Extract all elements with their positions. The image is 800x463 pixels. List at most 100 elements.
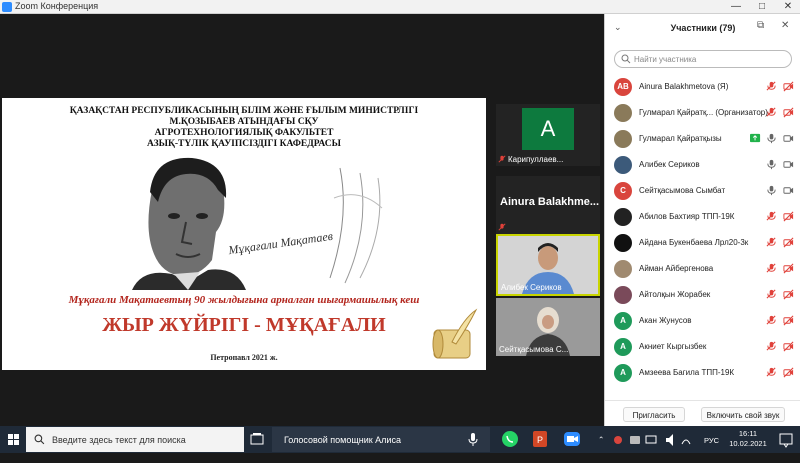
slide-subtitle: Мұқағали Мақатаевтың 90 жылдығына арналғ… (68, 294, 420, 306)
microphone-icon (767, 133, 776, 144)
video-camera-icon (783, 135, 794, 142)
search-icon (34, 434, 45, 445)
mic-muted-icon (766, 81, 776, 91)
panel-close-icon[interactable]: ✕ (781, 20, 789, 31)
video-tile[interactable]: Ainura Balakhme... (496, 176, 600, 234)
taskbar-clock[interactable]: 16:11 10.02.2021 (726, 429, 770, 449)
mic-muted-icon (766, 341, 776, 351)
participant-name: Гулмарал Қайратқ... (Организатор) (639, 108, 768, 117)
pen-sketch-image (329, 167, 383, 284)
participant-row[interactable]: Айман Айбергенова (605, 256, 800, 282)
close-button[interactable]: ✕ (778, 0, 798, 14)
participant-name: Сейтқасымова Сымбат (639, 186, 726, 195)
poet-portrait-image (112, 150, 250, 290)
video-camera-icon (783, 161, 794, 168)
participant-row[interactable]: A Амзеева Багила ТПП-19К (605, 360, 800, 386)
participant-name: Айдана Букенбаева Лрл20-3к (639, 238, 749, 247)
unmute-self-button[interactable]: Включить свой звук (701, 407, 785, 422)
participants-panel-header: ⌄ Участники (79) ⧉ ✕ (605, 14, 800, 42)
participant-row[interactable]: Айтолқын Жорабек (605, 282, 800, 308)
participant-avatar (614, 286, 632, 304)
participant-name: Ainura Balakhmetova (Я) (639, 82, 729, 91)
participant-row[interactable]: AB Ainura Balakhmetova (Я) (605, 74, 800, 100)
video-off-icon (783, 289, 794, 300)
slide-footer: Петропавл 2021 ж. (210, 353, 278, 362)
participant-row[interactable]: Алибек Сериков (605, 152, 800, 178)
video-off-icon (783, 107, 794, 118)
video-tile[interactable]: A Карипуллаев... (496, 104, 600, 166)
participant-search-input[interactable]: Найти участника (614, 50, 792, 68)
participant-avatar: A (522, 108, 574, 150)
mic-muted-icon (766, 289, 776, 299)
mic-muted-icon (766, 263, 776, 273)
mic-muted-icon (766, 315, 776, 325)
participant-avatar: A (614, 364, 632, 382)
search-icon (621, 54, 631, 64)
participant-name: Алибек Сериков (639, 160, 700, 169)
video-camera-icon (783, 187, 794, 194)
invite-button[interactable]: Пригласить (623, 407, 685, 422)
mic-muted-icon (766, 211, 776, 221)
participant-list: AB Ainura Balakhmetova (Я) Гулмарал Қайрат… (605, 74, 800, 404)
participant-row[interactable]: Абилов Бахтияр ТПП-19К (605, 204, 800, 230)
microphone-icon (767, 185, 776, 196)
participant-name: Абилов Бахтияр ТПП-19К (639, 212, 735, 221)
zoom-app-icon (2, 2, 12, 12)
input-language-indicator[interactable]: РУС (704, 436, 719, 463)
video-area: ҚАЗАҚСТАН РЕСПУБЛИКАСЫНЫҢ БІЛІМ ЖӘНЕ ҒЫЛ… (0, 14, 604, 426)
tile-participant-name: Алибек Сериков (501, 283, 562, 292)
tile-participant-name: Ainura Balakhme... (500, 196, 600, 208)
participants-panel-footer: Пригласить Включить свой звук (605, 400, 800, 426)
clock-time: 16:11 (738, 429, 758, 438)
popout-icon[interactable]: ⧉ (757, 20, 764, 31)
slide-header-line-2: М.ҚОЗЫБАЕВ АТЫНДАҒЫ СҚУ (169, 117, 319, 127)
task-view-icon[interactable] (244, 426, 270, 453)
participant-avatar (614, 208, 632, 226)
microphone-icon[interactable] (468, 433, 478, 446)
participant-name: Айтолқын Жорабек (639, 290, 711, 299)
video-tile[interactable]: Сейтқасымова С... (496, 298, 600, 356)
powerpoint-icon[interactable]: P (527, 428, 553, 451)
taskbar-search-box[interactable]: Введите здесь текст для поиска (26, 427, 244, 452)
tile-participant-name: Карипуллаев... (508, 155, 564, 164)
participant-avatar (614, 104, 632, 122)
participant-row[interactable]: Гулмарал Қайратқызы (605, 126, 800, 152)
participant-row[interactable]: Айдана Букенбаева Лрл20-3к (605, 230, 800, 256)
participant-row[interactable]: A Акан Жунусов (605, 308, 800, 334)
video-off-icon (783, 315, 794, 326)
mic-muted-icon (766, 367, 776, 377)
mic-muted-icon (498, 155, 506, 163)
maximize-button[interactable]: □ (752, 0, 772, 14)
minimize-button[interactable]: — (726, 0, 746, 14)
participant-avatar (614, 260, 632, 278)
window-title: Zoom Конференция (15, 1, 99, 11)
tray-overflow-icon[interactable]: ⌃ (598, 435, 604, 462)
slide-main-title: ЖЫР ЖҮЙРІГІ - МҰҚАҒАЛИ (102, 314, 386, 336)
slide-header-line-1: ҚАЗАҚСТАН РЕСПУБЛИКАСЫНЫҢ БІЛІМ ЖӘНЕ ҒЫЛ… (69, 106, 419, 116)
video-tile-active-speaker[interactable]: Алибек Сериков (496, 234, 600, 296)
system-tray-icons[interactable] (610, 428, 692, 451)
participant-avatar: A (614, 338, 632, 356)
video-off-icon (783, 341, 794, 352)
participant-avatar (614, 156, 632, 174)
quill-scroll-icon (432, 308, 478, 359)
participant-row[interactable]: Гулмарал Қайратқ... (Организатор) (605, 100, 800, 126)
slide-header-line-3: АГРОТЕХНОЛОГИЯЛЫҚ ФАКУЛЬТЕТ (154, 128, 334, 138)
zoom-taskbar-icon[interactable] (559, 428, 585, 451)
whatsapp-icon[interactable] (497, 428, 523, 451)
windows-taskbar: Введите здесь текст для поиска Голосовой… (0, 426, 800, 453)
screen-share-icon (750, 133, 761, 143)
clock-date: 10.02.2021 (729, 439, 767, 448)
participant-name: Гулмарал Қайратқызы (639, 134, 722, 143)
participant-search-placeholder: Найти участника (634, 55, 697, 64)
participant-row[interactable]: A Акниет Кыргызбек (605, 334, 800, 360)
mic-muted-icon (766, 107, 776, 117)
video-off-icon (783, 211, 794, 222)
participants-title: Участники (79) (670, 23, 736, 33)
window-titlebar: Zoom Конференция — □ ✕ (0, 0, 800, 14)
windows-start-icon[interactable] (0, 426, 26, 453)
voice-assistant-bar[interactable]: Голосовой помощник Алиса (272, 427, 490, 452)
video-off-icon (783, 367, 794, 378)
notifications-icon[interactable] (776, 428, 796, 451)
participant-row[interactable]: С Сейтқасымова Сымбат (605, 178, 800, 204)
